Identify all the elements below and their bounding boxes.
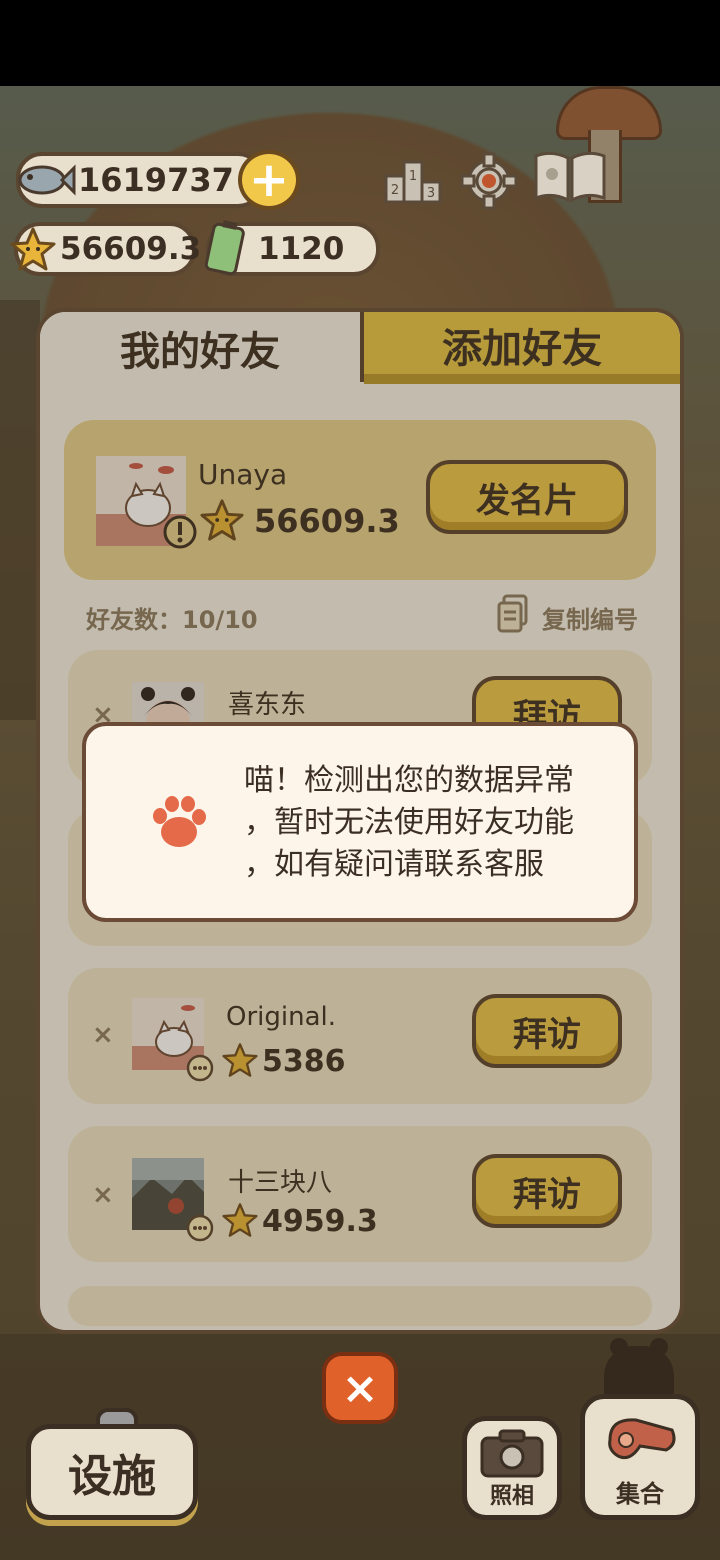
photo-label: 照相	[489, 1484, 534, 1509]
paw-icon	[153, 796, 206, 847]
star-icon	[10, 227, 56, 271]
svg-text:3: 3	[427, 186, 435, 201]
cat-book-icon[interactable]	[530, 146, 610, 208]
svg-text:2: 2	[391, 183, 399, 198]
battery-icon	[204, 220, 245, 276]
facility-label: 设施	[68, 1451, 156, 1502]
gear-icon[interactable]	[458, 150, 520, 212]
leaderboard-icon[interactable]: 2 1 3	[382, 150, 444, 212]
dialog-message: 喵！检测出您的数据异常 ，暂时无法使用好友功能 ，如有疑问请联系客服	[244, 760, 624, 886]
star-count: 56609.3	[60, 231, 202, 267]
svg-text:1: 1	[409, 169, 417, 184]
add-fish-button[interactable]: +	[238, 150, 300, 210]
facility-button[interactable]: 设施	[26, 1424, 198, 1520]
status-bar	[0, 0, 720, 86]
close-button[interactable]: ×	[322, 1352, 398, 1424]
whistle-icon	[608, 1418, 676, 1460]
fish-icon	[18, 164, 76, 196]
camera-icon	[480, 1429, 544, 1478]
plus-icon: +	[248, 152, 290, 208]
dialog-line: ，暂时无法使用好友功能	[244, 805, 574, 840]
dialog-line: ，如有疑问请联系客服	[244, 847, 544, 882]
gather-label: 集合	[616, 1480, 664, 1508]
dialog-line: 喵！检测出您的数据异常	[244, 763, 574, 798]
close-icon: ×	[341, 1362, 379, 1414]
battery-count: 1120	[258, 231, 345, 267]
fish-count: 1619737	[78, 161, 234, 199]
